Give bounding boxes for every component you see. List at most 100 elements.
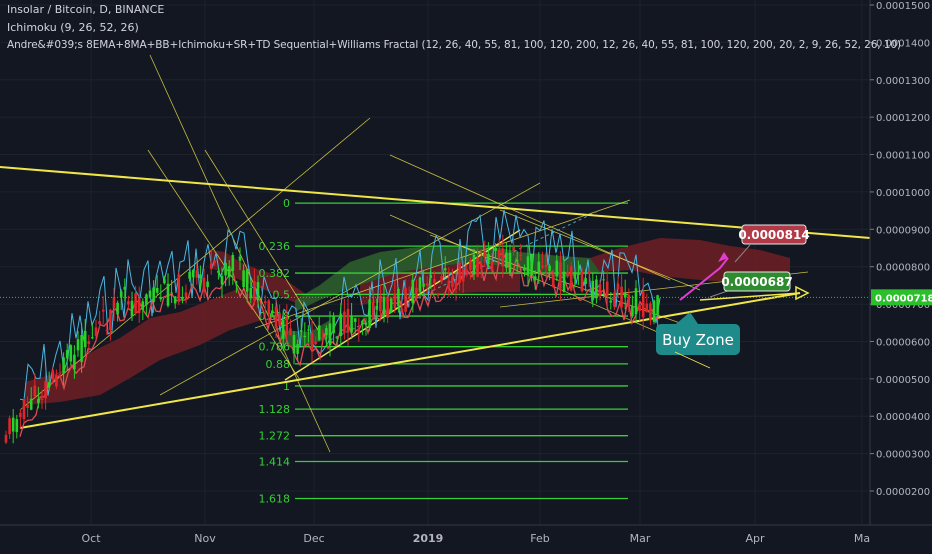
candle-body <box>217 271 220 273</box>
candle-body <box>101 309 105 312</box>
candle-body <box>145 294 148 306</box>
candle-body <box>353 318 357 322</box>
candle-body <box>11 417 15 432</box>
candle-body <box>15 419 19 433</box>
candle-body <box>33 385 37 396</box>
candle-body <box>281 319 285 339</box>
candle-body <box>235 281 238 283</box>
candle-body <box>645 303 649 313</box>
candle-body <box>533 276 537 281</box>
price-chart[interactable]: 00.2360.3820.50.6180.7860.8811.1281.2721… <box>0 0 932 550</box>
candle-body <box>94 327 98 336</box>
candle-body <box>310 333 314 350</box>
candle-body <box>76 339 80 351</box>
candle-body <box>631 306 634 317</box>
candle-body <box>83 330 87 348</box>
candle-body <box>404 288 407 312</box>
candle-body <box>29 398 33 410</box>
candle-body <box>249 287 253 299</box>
candle-body <box>213 260 217 264</box>
fib-level-label: 0.786 <box>259 341 291 354</box>
candle-body <box>206 281 209 288</box>
candle-body <box>116 302 119 315</box>
candle-body <box>274 306 278 328</box>
candle-body <box>188 271 191 279</box>
chart-area[interactable]: 0 0.236 0.382 0.5 0.618 0.786 0.88 1 1.128 1.272 1… <box>0 0 932 550</box>
candle-body <box>55 375 58 387</box>
candle-body <box>199 274 202 279</box>
candle-body <box>512 246 515 251</box>
candle-body <box>472 254 476 275</box>
candle-body <box>638 304 641 311</box>
candle-body <box>317 325 321 340</box>
candle-body <box>40 398 44 400</box>
candle-body <box>649 303 652 321</box>
price-axis-label: 0.0000800 <box>876 263 930 274</box>
fib-level-label: 1.618 <box>259 492 291 505</box>
candle-body <box>263 301 267 304</box>
candle-body <box>87 341 91 344</box>
fib-level-label: 1.128 <box>259 403 291 416</box>
candle-body <box>613 292 616 307</box>
candle-body <box>65 350 69 359</box>
candle-body <box>62 357 65 374</box>
candle-body <box>155 287 159 293</box>
last-price-label: 0.0000718 <box>875 293 932 304</box>
time-axis-label: Oct <box>81 532 101 545</box>
candle-body <box>163 279 166 284</box>
candle-body <box>447 280 451 289</box>
candle-body <box>109 309 112 330</box>
candle-body <box>418 277 422 292</box>
candle-body <box>343 311 346 333</box>
fib-level-label: 1.272 <box>259 430 291 443</box>
candle-body <box>105 329 109 331</box>
candle-body <box>490 261 494 271</box>
candle-body <box>400 308 404 312</box>
candle-body <box>598 284 602 297</box>
candle-body <box>292 335 296 354</box>
candle-body <box>479 263 483 270</box>
candle-body <box>569 266 573 291</box>
candle-body <box>634 288 638 315</box>
candle-body <box>537 261 541 272</box>
candle-body <box>368 299 371 329</box>
fib-level-label: 0.5 <box>273 288 291 301</box>
candle-body <box>69 345 73 362</box>
candle-body <box>148 290 152 298</box>
candle-body <box>26 404 29 408</box>
candle-body <box>202 277 206 293</box>
candle-body <box>573 272 577 279</box>
candle-body <box>483 251 487 257</box>
candle-body <box>119 291 123 298</box>
candle-body <box>321 337 325 339</box>
candle-body <box>580 271 584 292</box>
candle-body <box>508 253 512 273</box>
candle-body <box>609 300 613 303</box>
price-axis-label: 0.0000900 <box>876 225 930 236</box>
candle-body <box>130 300 134 317</box>
candle-body <box>505 252 508 268</box>
candle-body <box>652 300 656 322</box>
candle-body <box>339 313 343 337</box>
candle-body <box>548 265 551 272</box>
candle-body <box>526 256 530 275</box>
time-axis-label: Ma <box>854 532 870 545</box>
price-axis-label: 0.0000400 <box>876 412 930 423</box>
candle-body <box>461 269 465 282</box>
candle-body <box>523 267 526 271</box>
candle-body <box>357 329 361 334</box>
candle-body <box>555 260 559 277</box>
candle-body <box>641 291 645 318</box>
candle-body <box>271 310 274 314</box>
candle-body <box>375 305 379 310</box>
candle-body <box>389 298 393 313</box>
candle-body <box>346 308 350 333</box>
candle-body <box>19 412 22 418</box>
candle-body <box>134 293 137 314</box>
candle-body <box>476 257 479 277</box>
candle-body <box>307 329 310 331</box>
candle-body <box>227 266 231 278</box>
candle-body <box>4 434 8 443</box>
candle-body <box>267 300 271 315</box>
candle-body <box>425 283 429 286</box>
